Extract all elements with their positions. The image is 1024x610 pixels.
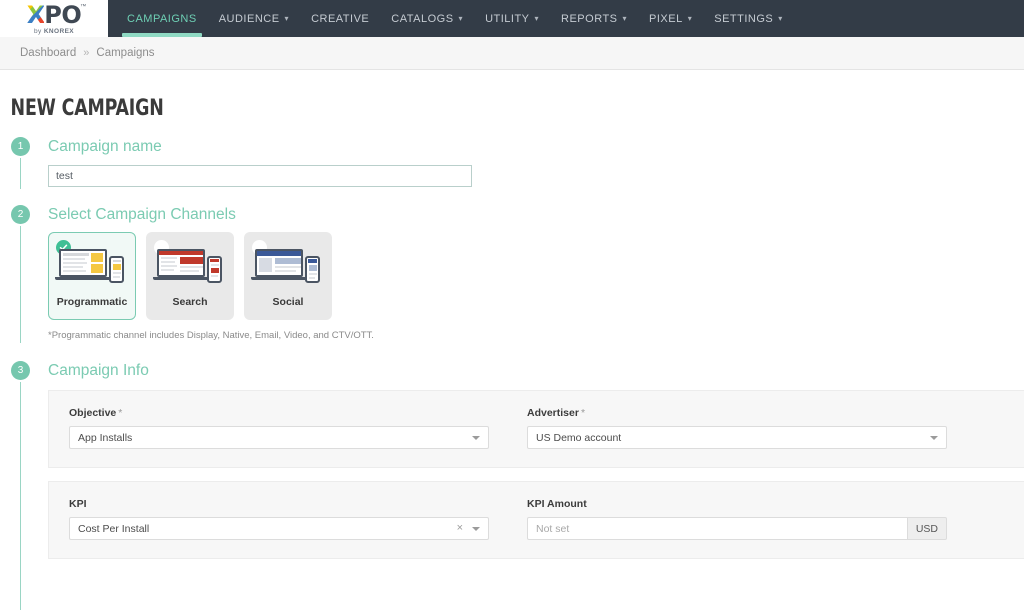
nav-item-audience-label: AUDIENCE (219, 13, 280, 25)
nav-active-indicator (122, 33, 202, 37)
nav-item-settings-label: SETTINGS (714, 13, 773, 25)
channel-label-social: Social (245, 296, 331, 308)
mobile-phone-icon (207, 256, 222, 283)
kpi-selected-value: Cost Per Install (78, 523, 457, 535)
nav-item-reports-label: REPORTS (561, 13, 617, 25)
programmatic-illustration-icon (57, 249, 127, 287)
campaign-info-panel-primary: Objective* App Installs Advertiser* US D… (48, 390, 1024, 468)
channel-label-programmatic: Programmatic (49, 296, 135, 308)
nav-item-utility-label: UTILITY (485, 13, 529, 25)
advertiser-select[interactable]: US Demo account (527, 426, 947, 449)
field-kpi: KPI Cost Per Install × (69, 498, 489, 540)
trademark-icon: ™ (80, 4, 86, 10)
currency-addon: USD (908, 517, 947, 540)
label-kpi-amount-text: KPI Amount (527, 498, 587, 510)
laptop-icon (59, 249, 107, 280)
logo-tagline: by KNOREX (34, 28, 74, 35)
label-kpi-amount: KPI Amount (527, 498, 947, 510)
step-connector-line (20, 158, 21, 189)
chevron-down-icon: ▾ (285, 14, 290, 23)
laptop-icon (255, 249, 303, 280)
logo-letter-x: X (27, 3, 45, 27)
field-objective: Objective* App Installs (69, 407, 489, 449)
logo-wordmark: XPO ™ (27, 3, 82, 27)
chevron-down-icon: ▾ (535, 14, 540, 23)
step-number-2: 2 (11, 205, 30, 224)
chevron-down-icon: ▾ (459, 14, 464, 23)
breadcrumb: Dashboard » Campaigns (0, 37, 1024, 70)
kpi-amount-placeholder: Not set (536, 523, 901, 535)
chevron-down-icon: ▾ (623, 14, 628, 23)
breadcrumb-item-dashboard[interactable]: Dashboard (20, 47, 76, 59)
step-number-1: 1 (11, 137, 30, 156)
label-advertiser-text: Advertiser (527, 407, 579, 419)
social-illustration-icon (253, 249, 323, 287)
search-illustration-icon (155, 249, 225, 287)
channel-card-programmatic[interactable]: Programmatic (48, 232, 136, 320)
xpo-logo[interactable]: XPO ™ by KNOREX (0, 0, 108, 37)
mobile-phone-icon (109, 256, 124, 283)
chevron-down-icon[interactable] (472, 436, 480, 440)
page-title: NEW CAMPAIGN (0, 70, 901, 121)
close-icon[interactable]: × (457, 523, 463, 534)
objective-select[interactable]: App Installs (69, 426, 489, 449)
advertiser-selected-value: US Demo account (536, 432, 930, 444)
mobile-phone-icon (305, 256, 320, 283)
nav-item-pixel-label: PIXEL (649, 13, 683, 25)
step-3-title: Campaign Info (48, 361, 1024, 380)
page-content: NEW CAMPAIGN 1 Campaign name 2 Select Ca… (0, 70, 1024, 610)
step-connector-line (20, 382, 21, 610)
step-campaign-name: 1 Campaign name (0, 137, 1024, 187)
campaign-info-panel-kpi: KPI Cost Per Install × KPI Amount Not se… (48, 481, 1024, 559)
field-kpi-amount: KPI Amount Not set USD (527, 498, 947, 540)
logo-tagline-company: KNOREX (44, 28, 74, 35)
label-advertiser: Advertiser* (527, 407, 947, 419)
step-connector-line (20, 226, 21, 343)
label-objective: Objective* (69, 407, 489, 419)
laptop-icon (157, 249, 205, 280)
step-1-title: Campaign name (48, 137, 1024, 156)
nav-item-reports[interactable]: REPORTS ▾ (550, 0, 638, 37)
nav-item-audience[interactable]: AUDIENCE ▾ (208, 0, 300, 37)
nav-item-pixel[interactable]: PIXEL ▾ (638, 0, 703, 37)
top-navigation-bar: XPO ™ by KNOREX CAMPAIGNS AUDIENCE ▾ CRE… (0, 0, 1024, 37)
nav-item-list: CAMPAIGNS AUDIENCE ▾ CREATIVE CATALOGS ▾… (108, 0, 794, 37)
channel-card-list: Programmatic (48, 232, 1024, 320)
kpi-select[interactable]: Cost Per Install × (69, 517, 489, 540)
nav-item-utility[interactable]: UTILITY ▾ (474, 0, 550, 37)
label-kpi: KPI (69, 498, 489, 510)
logo-letters-po: PO (44, 3, 81, 27)
breadcrumb-item-campaigns[interactable]: Campaigns (96, 47, 154, 59)
step-2-title: Select Campaign Channels (48, 205, 1024, 224)
channel-card-search[interactable]: Search (146, 232, 234, 320)
campaign-name-input[interactable] (48, 165, 472, 187)
chevron-down-icon[interactable] (930, 436, 938, 440)
nav-item-creative-label: CREATIVE (311, 13, 369, 25)
nav-item-catalogs[interactable]: CATALOGS ▾ (380, 0, 474, 37)
kpi-amount-input-group: Not set USD (527, 517, 947, 540)
step-number-3: 3 (11, 361, 30, 380)
channel-card-social[interactable]: Social (244, 232, 332, 320)
kpi-amount-input[interactable]: Not set (527, 517, 908, 540)
nav-item-campaigns-label: CAMPAIGNS (127, 13, 197, 25)
field-advertiser: Advertiser* US Demo account (527, 407, 947, 449)
label-objective-text: Objective (69, 407, 116, 419)
step-select-channels: 2 Select Campaign Channels (0, 205, 1024, 341)
channel-label-search: Search (147, 296, 233, 308)
objective-selected-value: App Installs (78, 432, 472, 444)
required-asterisk: * (581, 407, 585, 419)
chevron-down-icon[interactable] (472, 527, 480, 531)
nav-item-campaigns[interactable]: CAMPAIGNS (116, 0, 208, 37)
nav-item-catalogs-label: CATALOGS (391, 13, 453, 25)
chevron-down-icon: ▾ (688, 14, 693, 23)
required-asterisk: * (118, 407, 122, 419)
logo-tagline-by: by (34, 28, 42, 35)
chevron-down-icon: ▾ (778, 14, 783, 23)
nav-item-settings[interactable]: SETTINGS ▾ (703, 0, 794, 37)
nav-item-creative[interactable]: CREATIVE (300, 0, 380, 37)
label-kpi-text: KPI (69, 498, 87, 510)
breadcrumb-separator: » (83, 47, 89, 59)
step-campaign-info: 3 Campaign Info Objective* App Installs … (0, 361, 1024, 559)
programmatic-channel-note: *Programmatic channel includes Display, … (48, 330, 1024, 341)
